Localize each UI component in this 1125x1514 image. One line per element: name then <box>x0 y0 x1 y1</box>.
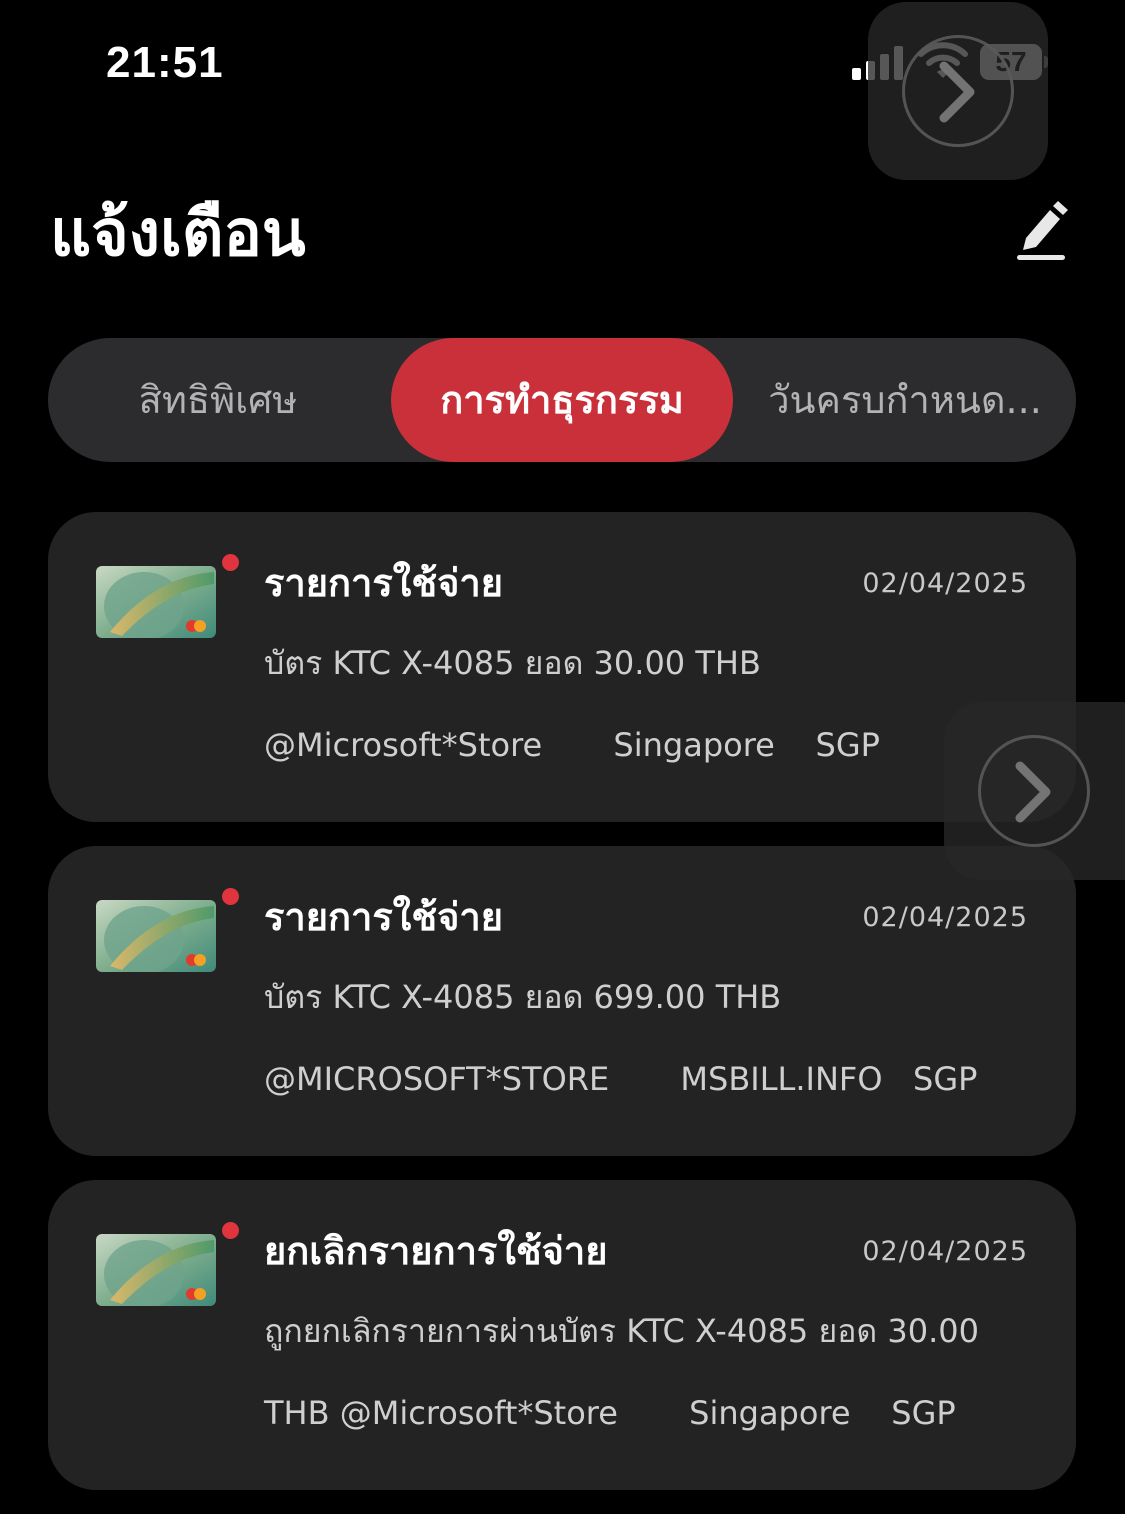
notification-date: 02/04/2025 <box>862 1236 1028 1267</box>
notifications-screen: 21:51 57 แจ้งเตือน สิทธิพิเศษ การทำธุรกร… <box>0 0 1125 1514</box>
credit-card-thumbnail-icon <box>96 1234 216 1306</box>
tab-transactions[interactable]: การทำธุรกรรม <box>391 338 733 462</box>
tab-bar: สิทธิพิเศษ การทำธุรกรรม วันครบกำหนด... <box>48 338 1076 462</box>
notification-title: รายการใช้จ่าย <box>264 561 503 605</box>
status-time: 21:51 <box>106 38 224 87</box>
credit-card-thumbnail-icon <box>96 900 216 972</box>
unread-dot <box>222 888 239 905</box>
notification-card[interactable]: รายการใช้จ่าย 02/04/2025 บัตร KTC X-4085… <box>48 512 1076 822</box>
assistive-touch-button-top[interactable] <box>868 2 1048 180</box>
notification-detail: บัตร KTC X-4085 ยอด 30.00 THB <box>264 644 761 682</box>
credit-card-thumbnail-icon <box>96 566 216 638</box>
notification-title: ยกเลิกรายการใช้จ่าย <box>264 1229 608 1273</box>
notification-merchant: @MICROSOFT*STORE MSBILL.INFO SGP <box>264 1060 978 1098</box>
page-title: แจ้งเตือน <box>50 197 306 271</box>
unread-dot <box>222 554 239 571</box>
notification-detail: ถูกยกเลิกรายการผ่านบัตร KTC X-4085 ยอด 3… <box>264 1312 979 1350</box>
notification-date: 02/04/2025 <box>862 902 1028 933</box>
notification-detail: บัตร KTC X-4085 ยอด 699.00 THB <box>264 978 782 1016</box>
notification-card[interactable]: ยกเลิกรายการใช้จ่าย 02/04/2025 ถูกยกเลิก… <box>48 1180 1076 1490</box>
chevron-right-icon <box>1015 761 1051 823</box>
chevron-right-icon <box>939 61 975 123</box>
unread-dot <box>222 1222 239 1239</box>
tab-privileges[interactable]: สิทธิพิเศษ <box>48 338 388 462</box>
notification-merchant: THB @Microsoft*Store Singapore SGP <box>264 1394 956 1432</box>
notification-merchant: @Microsoft*Store Singapore SGP <box>264 726 880 764</box>
notification-title: รายการใช้จ่าย <box>264 895 503 939</box>
assistive-touch-button-side[interactable] <box>944 702 1125 880</box>
notification-date: 02/04/2025 <box>862 568 1028 599</box>
notification-card[interactable]: รายการใช้จ่าย 02/04/2025 บัตร KTC X-4085… <box>48 846 1076 1156</box>
tab-due-date[interactable]: วันครบกำหนด... <box>738 338 1072 462</box>
edit-pencil-icon[interactable] <box>1012 200 1070 262</box>
